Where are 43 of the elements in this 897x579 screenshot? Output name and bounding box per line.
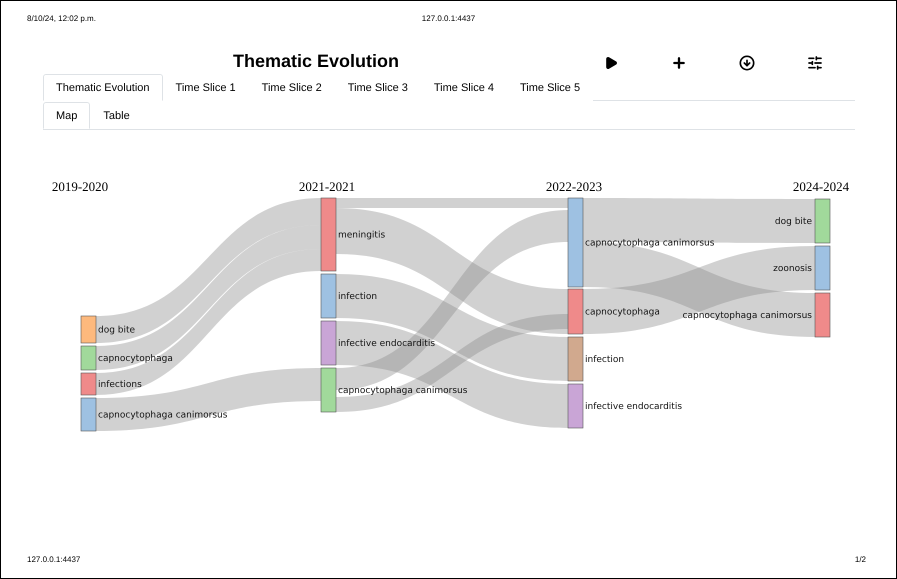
theme-node[interactable] [814, 246, 830, 290]
theme-node[interactable] [568, 288, 584, 334]
print-date: 8/10/24, 12:02 p.m. [27, 14, 97, 23]
theme-node[interactable] [320, 198, 336, 272]
theme-label: infective endocarditis [585, 402, 682, 412]
theme-label: capnocytophaga canimorsus [98, 410, 228, 420]
view-tab[interactable]: Map [43, 102, 90, 129]
theme-node[interactable] [320, 274, 336, 318]
tab[interactable]: Thematic Evolution [43, 74, 163, 101]
period-label: 2019-2020 [52, 179, 108, 194]
theme-node[interactable] [80, 346, 96, 370]
theme-label: capnocytophaga canimorsus [338, 386, 468, 396]
theme-label: dog bite [774, 217, 812, 227]
theme-label: infection [338, 292, 378, 302]
theme-label: infections [98, 380, 142, 390]
theme-node[interactable] [320, 368, 336, 412]
theme-node[interactable] [320, 320, 336, 366]
theme-label: capnocytophaga canimorsus [682, 311, 812, 321]
print-url: 127.0.0.1:4437 [422, 14, 476, 23]
sliders-icon[interactable] [805, 53, 825, 73]
page-number: 1/2 [854, 555, 866, 564]
theme-node[interactable] [568, 198, 584, 288]
theme-label: dog bite [98, 326, 136, 336]
theme-label: capnocytophaga [98, 354, 173, 364]
print-url: 127.0.0.1:4437 [27, 555, 80, 564]
theme-label: infective endocarditis [338, 339, 436, 349]
theme-node[interactable] [814, 198, 830, 244]
period-label: 2022-2023 [546, 179, 602, 194]
theme-node[interactable] [568, 384, 584, 428]
theme-label: capnocytophaga canimorsus [585, 238, 714, 248]
period-label: 2024-2024 [792, 179, 850, 194]
theme-label: capnocytophaga [585, 308, 660, 318]
download-icon[interactable] [737, 53, 757, 73]
theme-label: infection [585, 355, 624, 365]
theme-node[interactable] [814, 292, 830, 338]
theme-label: zoonosis [773, 264, 812, 274]
page-title: Thematic Evolution [233, 50, 400, 72]
theme-node[interactable] [80, 316, 96, 344]
period-label: 2021-2021 [298, 179, 356, 194]
theme-node[interactable] [80, 372, 96, 396]
theme-label: meningitis [338, 230, 386, 240]
theme-node[interactable] [80, 398, 96, 432]
theme-node[interactable] [568, 336, 584, 382]
